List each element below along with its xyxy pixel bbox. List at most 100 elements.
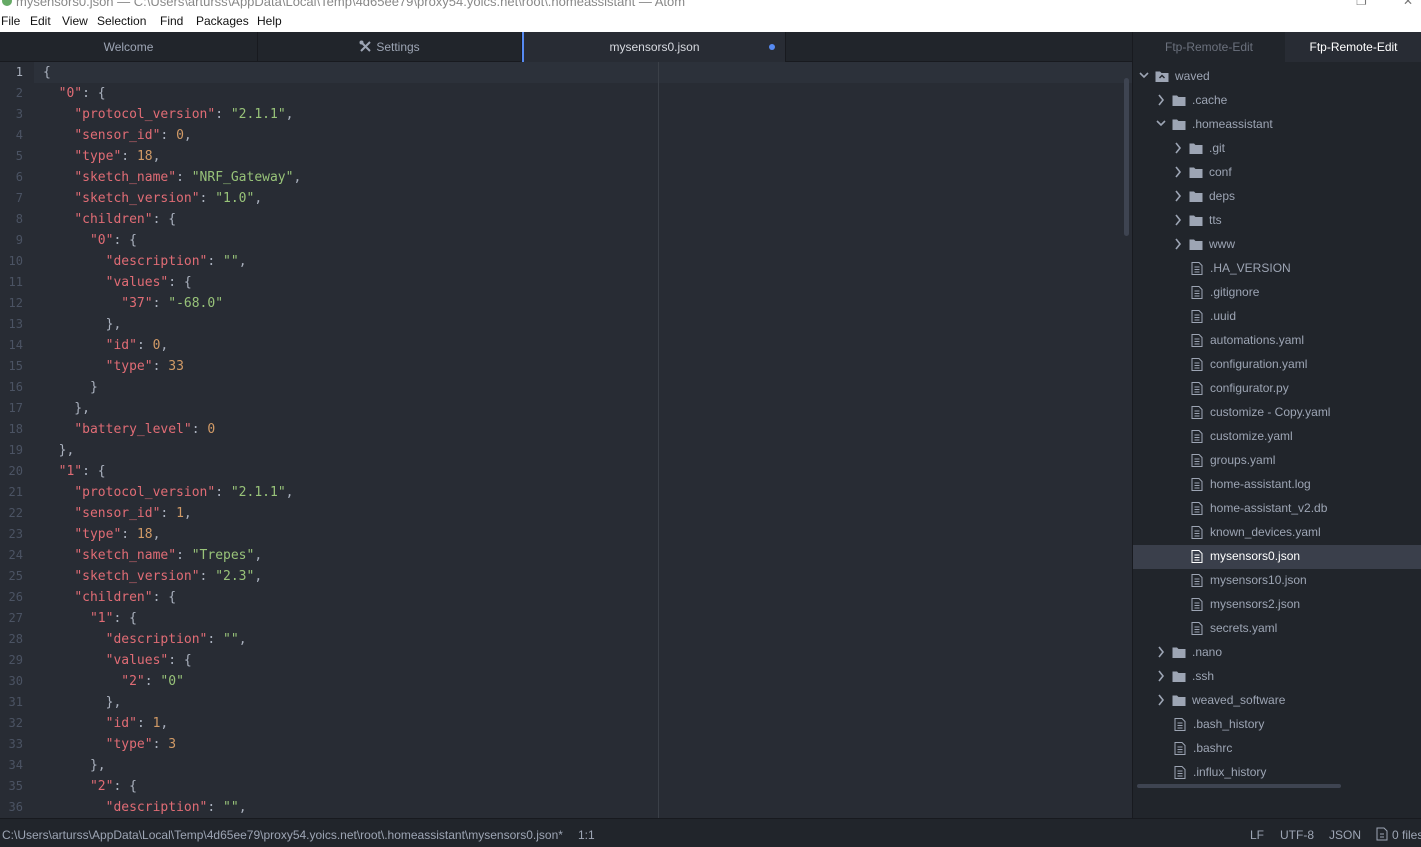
code-line: "0": { (58, 86, 106, 101)
tab-mysensors0-json[interactable]: mysensors0.json (522, 32, 786, 63)
tree-item-label: configuration.yaml (1210, 357, 1308, 371)
code-line: }, (43, 443, 75, 458)
tree-folder-item[interactable]: .git (1133, 137, 1421, 161)
tab-ftp-remote-edit-2[interactable]: Ftp-Remote-Edit (1285, 32, 1421, 62)
tree-file-item[interactable]: secrets.yaml (1133, 617, 1421, 641)
tree-file-item[interactable]: mysensors2.json (1133, 593, 1421, 617)
code-line: } (43, 380, 98, 395)
chevron-right-icon[interactable] (1156, 94, 1166, 106)
line-number: 15 (8, 359, 23, 373)
file-encoding[interactable]: UTF-8 (1280, 828, 1314, 842)
restore-icon[interactable]: ❐ (1356, 0, 1367, 8)
git-files-count[interactable]: 0 files (1392, 828, 1421, 842)
tree-file-item[interactable]: mysensors10.json (1133, 569, 1421, 593)
chevron-right-icon[interactable] (1173, 214, 1183, 226)
file-text-icon (1174, 742, 1186, 755)
tree-item-label: .git (1209, 141, 1226, 155)
menu-bar: File Edit View Selection Find Packages H… (0, 10, 1421, 32)
tree-file-item[interactable]: .gitignore (1133, 281, 1421, 305)
file-text-icon (1191, 310, 1203, 323)
chevron-right-icon[interactable] (1173, 190, 1183, 202)
chevron-down-icon[interactable] (1156, 118, 1166, 130)
line-ending[interactable]: LF (1250, 828, 1264, 842)
tree-file-item[interactable]: home-assistant.log (1133, 473, 1421, 497)
file-text-icon (1191, 406, 1203, 419)
tree-item-label: known_devices.yaml (1210, 525, 1321, 539)
tree-item-label: automations.yaml (1210, 333, 1305, 347)
file-text-icon (1191, 382, 1203, 395)
code-line: "sketch_version": "1.0", (74, 191, 263, 206)
files-icon[interactable] (1376, 827, 1388, 844)
code-line: "1": { (89, 611, 137, 626)
tree-file-item[interactable]: home-assistant_v2.db (1133, 497, 1421, 521)
tree-file-item[interactable]: .influx_history (1133, 761, 1421, 785)
menu-find[interactable]: Find (160, 14, 183, 28)
tab-welcome[interactable]: Welcome (0, 32, 258, 62)
code-line: }, (43, 695, 122, 710)
chevron-down-icon[interactable] (1139, 70, 1149, 82)
file-text-icon (1191, 334, 1203, 347)
tree-item-label: .homeassistant (1192, 117, 1273, 131)
line-number: 24 (8, 548, 23, 562)
cursor-position[interactable]: 1:1 (578, 828, 595, 842)
chevron-right-icon[interactable] (1173, 142, 1183, 154)
tree-file-item[interactable]: .bashrc (1133, 737, 1421, 761)
tree-folder-item[interactable]: conf (1133, 161, 1421, 185)
code-line: "battery_level": 0 (74, 422, 216, 437)
tree-horizontal-scrollbar[interactable] (1137, 784, 1341, 788)
tree-file-item[interactable]: customize.yaml (1133, 425, 1421, 449)
tree-file-item[interactable]: configurator.py (1133, 377, 1421, 401)
line-number: 32 (8, 716, 23, 730)
tab-settings[interactable]: Settings (258, 32, 522, 62)
menu-file[interactable]: File (1, 14, 20, 28)
tree-file-item[interactable]: groups.yaml (1133, 449, 1421, 473)
panel-tab-bar: Ftp-Remote-Edit Ftp-Remote-Edit (1133, 32, 1421, 62)
grammar-selector[interactable]: JSON (1329, 828, 1361, 842)
tree-file-item[interactable]: .uuid (1133, 305, 1421, 329)
tree-file-item[interactable]: .HA_VERSION (1133, 257, 1421, 281)
tree-folder-item[interactable]: www (1133, 233, 1421, 257)
editor-vertical-scrollbar[interactable] (1124, 78, 1129, 236)
tree-file-item[interactable]: configuration.yaml (1133, 353, 1421, 377)
chevron-right-icon[interactable] (1156, 670, 1166, 682)
tree-file-item[interactable]: .bash_history (1133, 713, 1421, 737)
tree-folder-item[interactable]: .homeassistant (1133, 113, 1421, 137)
line-number: 36 (8, 800, 23, 814)
tree-folder-item[interactable]: .cache (1133, 89, 1421, 113)
menu-help[interactable]: Help (257, 14, 282, 28)
tree-item-label: conf (1209, 165, 1232, 179)
tree-folder-item[interactable]: deps (1133, 185, 1421, 209)
tree-file-item[interactable]: mysensors0.json (1133, 545, 1421, 569)
tree-folder-item[interactable]: .nano (1133, 641, 1421, 665)
code-line: "description": "", (105, 632, 247, 647)
menu-view[interactable]: View (62, 14, 88, 28)
line-number: 9 (15, 233, 23, 247)
chevron-right-icon[interactable] (1156, 694, 1166, 706)
file-path[interactable]: C:\Users\arturss\AppData\Local\Temp\4d65… (2, 828, 563, 842)
code-line: "type": 18, (74, 527, 161, 542)
tree-folder-item[interactable]: tts (1133, 209, 1421, 233)
menu-packages[interactable]: Packages (196, 14, 249, 28)
menu-edit[interactable]: Edit (30, 14, 51, 28)
modified-indicator-icon[interactable] (769, 44, 775, 50)
code-line: "sensor_id": 0, (74, 128, 192, 143)
tree-file-item[interactable]: known_devices.yaml (1133, 521, 1421, 545)
chevron-right-icon[interactable] (1156, 646, 1166, 658)
menu-selection[interactable]: Selection (97, 14, 146, 28)
line-number: 23 (8, 527, 23, 541)
tab-ftp-remote-edit-1[interactable]: Ftp-Remote-Edit (1133, 32, 1285, 62)
folder-icon (1172, 695, 1186, 706)
file-text-icon (1191, 430, 1203, 443)
tree-file-item[interactable]: automations.yaml (1133, 329, 1421, 353)
chevron-right-icon[interactable] (1173, 238, 1183, 250)
code-editor[interactable]: 1 2 3 4 5 6 7 8 9 10 11 12 13 14 15 16 17 18 19 20 21 22 23 24 2… (0, 62, 1132, 818)
tree-file-item[interactable]: customize - Copy.yaml (1133, 401, 1421, 425)
close-icon[interactable]: ✕ (1403, 0, 1413, 8)
tree-folder-item[interactable]: waved (1133, 65, 1421, 89)
chevron-right-icon[interactable] (1173, 166, 1183, 178)
tree-item-label: waved (1175, 69, 1210, 83)
tree-folder-item[interactable]: .ssh (1133, 665, 1421, 689)
line-number: 6 (15, 170, 23, 184)
tree-folder-item[interactable]: weaved_software (1133, 689, 1421, 713)
line-number: 12 (8, 296, 23, 310)
